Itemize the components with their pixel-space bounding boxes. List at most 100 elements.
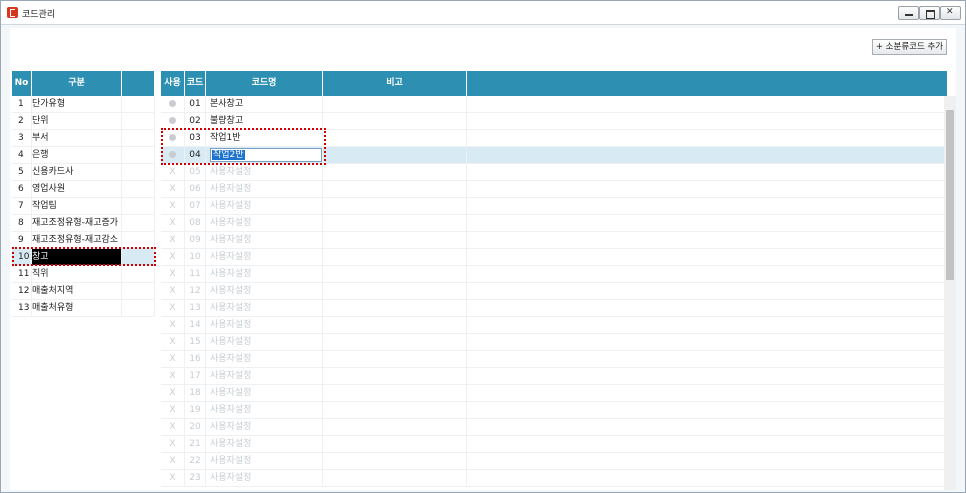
table-row[interactable]: 12 매출처지역 [12,283,155,300]
code-name-cell[interactable]: 사용자설정 [206,181,323,197]
use-cell[interactable] [161,96,185,112]
code-name-cell[interactable]: 사용자설정 [206,351,323,367]
column-header-note[interactable]: 비고 [323,71,467,96]
table-row[interactable]: X 13 사용자설정 [161,300,947,317]
table-row[interactable]: 5 신용카드사 [12,164,155,181]
vertical-scrollbar[interactable] [944,96,956,490]
selected-text[interactable]: 작업2반 [212,150,245,160]
note-cell[interactable] [323,368,467,384]
table-row[interactable]: X 17 사용자설정 [161,368,947,385]
table-row[interactable]: 03 작업1반 [161,130,947,147]
table-row[interactable]: 8 재고조정유형-재고증가 [12,215,155,232]
code-name-cell[interactable]: 본사창고 [206,96,323,112]
code-name-cell[interactable]: 사용자설정 [206,317,323,333]
table-row[interactable]: X 23 사용자설정 [161,470,947,487]
note-cell[interactable] [323,266,467,282]
table-row[interactable]: 11 직위 [12,266,155,283]
title-bar[interactable]: 코드관리 [1,1,965,25]
note-cell[interactable] [323,232,467,248]
table-row[interactable]: X 14 사용자설정 [161,317,947,334]
table-row[interactable]: 4 은행 [12,147,155,164]
maximize-button[interactable] [919,6,940,20]
note-cell[interactable] [323,130,467,146]
close-button[interactable] [940,6,961,20]
code-name-cell[interactable]: 사용자설정 [206,232,323,248]
code-name-cell[interactable]: 사용자설정 [206,368,323,384]
table-row[interactable]: X 06 사용자설정 [161,181,947,198]
note-cell[interactable] [323,300,467,316]
use-cell[interactable] [161,113,185,129]
note-cell[interactable] [323,402,467,418]
use-cell[interactable]: X [161,164,185,180]
table-row[interactable]: 13 매출처유형 [12,300,155,317]
table-row[interactable]: X 09 사용자설정 [161,232,947,249]
code-name-cell[interactable]: 사용자설정 [206,436,323,452]
note-cell[interactable] [323,113,467,129]
note-cell[interactable] [323,96,467,112]
table-row[interactable]: 3 부서 [12,130,155,147]
code-name-cell[interactable]: 사용자설정 [206,402,323,418]
note-cell[interactable] [323,317,467,333]
table-row[interactable]: X 07 사용자설정 [161,198,947,215]
code-name-cell[interactable]: 사용자설정 [206,215,323,231]
note-cell[interactable] [323,351,467,367]
code-name-cell[interactable]: 사용자설정 [206,249,323,265]
scrollbar-thumb[interactable] [946,110,954,280]
add-subcode-button[interactable]: + 소분류코드 추가 [872,39,947,55]
note-cell[interactable] [323,215,467,231]
note-cell[interactable] [323,470,467,486]
use-cell[interactable]: X [161,181,185,197]
use-cell[interactable]: X [161,215,185,231]
use-cell[interactable] [161,130,185,146]
note-cell[interactable] [323,419,467,435]
note-cell[interactable] [323,181,467,197]
table-row[interactable]: 1 단가유형 [12,96,155,113]
use-cell[interactable]: X [161,249,185,265]
table-row[interactable]: X 08 사용자설정 [161,215,947,232]
table-row[interactable]: 02 불량창고 [161,113,947,130]
use-cell[interactable]: X [161,402,185,418]
table-row[interactable]: 01 본사창고 [161,96,947,113]
code-name-cell[interactable]: 사용자설정 [206,283,323,299]
note-cell[interactable] [323,249,467,265]
code-name-cell[interactable]: 사용자설정 [206,198,323,214]
table-row[interactable]: X 22 사용자설정 [161,453,947,470]
note-cell[interactable] [323,334,467,350]
code-name-cell[interactable]: 사용자설정 [206,385,323,401]
table-row[interactable]: X 10 사용자설정 [161,249,947,266]
note-cell[interactable] [323,147,467,163]
note-cell[interactable] [323,436,467,452]
use-cell[interactable]: X [161,368,185,384]
table-row[interactable]: 6 영업사원 [12,181,155,198]
use-cell[interactable] [161,147,185,163]
use-cell[interactable]: X [161,300,185,316]
table-row[interactable]: X 12 사용자설정 [161,283,947,300]
code-name-cell[interactable]: 사용자설정 [206,300,323,316]
use-cell[interactable]: X [161,453,185,469]
column-header-no[interactable]: No [12,71,32,96]
table-row[interactable]: 7 작업팀 [12,198,155,215]
minimize-button[interactable] [898,6,919,20]
note-cell[interactable] [323,283,467,299]
table-row[interactable]: X 21 사용자설정 [161,436,947,453]
column-header-code-name[interactable]: 코드명 [206,71,323,96]
table-row[interactable]: 10 창고 [12,249,155,266]
code-name-cell[interactable]: 작업2반 [206,147,323,163]
use-cell[interactable]: X [161,385,185,401]
table-row[interactable]: X 20 사용자설정 [161,419,947,436]
table-row[interactable]: 04 작업2반 [161,147,947,164]
use-cell[interactable]: X [161,317,185,333]
code-name-cell[interactable]: 사용자설정 [206,164,323,180]
code-name-cell[interactable]: 작업1반 [206,130,323,146]
use-cell[interactable]: X [161,283,185,299]
code-name-cell[interactable]: 사용자설정 [206,453,323,469]
code-name-cell[interactable]: 사용자설정 [206,266,323,282]
code-name-cell[interactable]: 사용자설정 [206,334,323,350]
table-row[interactable]: X 18 사용자설정 [161,385,947,402]
use-cell[interactable]: X [161,198,185,214]
table-row[interactable]: 9 재고조정유형-재고감소 [12,232,155,249]
code-name-edit-field[interactable]: 작업2반 [210,148,322,162]
code-name-cell[interactable]: 사용자설정 [206,419,323,435]
use-cell[interactable]: X [161,419,185,435]
code-name-cell[interactable]: 불량창고 [206,113,323,129]
